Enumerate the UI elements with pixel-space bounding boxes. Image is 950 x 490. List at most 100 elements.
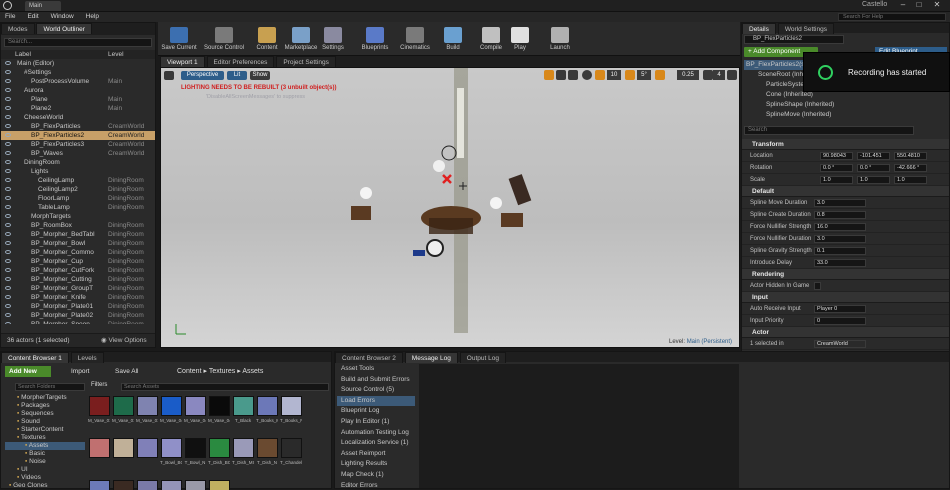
visibility-eye-icon[interactable] — [5, 124, 11, 129]
category-input[interactable]: Input — [742, 292, 949, 303]
outliner-row[interactable]: DiningRoom — [1, 158, 155, 167]
toolbar-button-play[interactable]: Play — [508, 25, 532, 55]
column-label[interactable]: Label — [15, 51, 31, 58]
outliner-row[interactable]: FloorLamp DiningRoom — [1, 194, 155, 203]
outliner-row[interactable]: TableLamp DiningRoom — [1, 203, 155, 212]
toolbar-button-compile[interactable]: Compile — [476, 25, 506, 55]
property-value-field[interactable]: 3.0 — [814, 235, 866, 243]
visibility-eye-icon[interactable] — [5, 250, 11, 255]
add-new-button[interactable]: Add New — [5, 366, 51, 377]
tab-output-log[interactable]: Output Log — [459, 352, 506, 363]
breadcrumb-textures[interactable]: Textures — [209, 368, 235, 375]
log-category-item[interactable]: Localization Service (1) — [337, 438, 415, 449]
outliner-row[interactable]: BP_Morpher_Commo DiningRoom — [1, 248, 155, 257]
log-category-item[interactable]: Map Check (1) — [337, 470, 415, 481]
asset-thumbnail[interactable] — [113, 396, 134, 416]
tab-editor-preferences[interactable]: Editor Preferences — [206, 56, 275, 67]
log-category-item[interactable]: Play In Editor (1) — [337, 417, 415, 428]
asset-thumbnail[interactable] — [257, 438, 278, 458]
toolbar-button-blueprints[interactable]: Blueprints — [358, 25, 392, 55]
outliner-row[interactable]: BP_Morpher_Knife DiningRoom — [1, 293, 155, 302]
category-actor[interactable]: Actor — [742, 327, 949, 338]
folder-item[interactable]: ▪ MorpherTargets — [5, 394, 85, 402]
outliner-row[interactable]: BP_Morpher_Bowl DiningRoom — [1, 239, 155, 248]
asset-thumbnail[interactable] — [185, 396, 206, 416]
visibility-eye-icon[interactable] — [5, 88, 11, 93]
tab-project-settings[interactable]: Project Settings — [276, 56, 336, 67]
property-value-field[interactable]: 3.0 — [814, 199, 866, 207]
tab-levels[interactable]: Levels — [70, 352, 104, 363]
visibility-eye-icon[interactable] — [5, 79, 11, 84]
location-x-field[interactable]: 90.98043 — [820, 152, 853, 160]
property-value-field[interactable]: 0 — [814, 317, 866, 325]
tab-world-outliner[interactable]: World Outliner — [36, 23, 92, 34]
outliner-row[interactable]: BP_Morpher_Cutting DiningRoom — [1, 275, 155, 284]
visibility-eye-icon[interactable] — [5, 97, 11, 102]
folder-item[interactable]: ▪ Basic — [5, 450, 85, 458]
details-search-input[interactable]: Search — [744, 126, 914, 135]
tab-content-browser-2[interactable]: Content Browser 2 — [335, 352, 403, 363]
outliner-row[interactable]: BP_Morpher_Spoon DiningRoom — [1, 320, 155, 324]
toolbar-button-marketplace[interactable]: Marketplace — [284, 25, 318, 55]
outliner-row[interactable]: BP_Morpher_Plate02 DiningRoom — [1, 311, 155, 320]
log-category-item[interactable]: Automation Testing Log — [337, 428, 415, 439]
asset-thumbnail[interactable] — [209, 438, 230, 458]
folder-item[interactable]: ▪ Textures — [5, 434, 85, 442]
rotation-z-field[interactable]: -42.666 ° — [894, 164, 927, 172]
scale-x-field[interactable]: 1.0 — [820, 176, 853, 184]
property-value-field[interactable]: 16.0 — [814, 223, 866, 231]
asset-thumbnail[interactable] — [185, 438, 206, 458]
folder-item[interactable]: ▪ Sequences — [5, 410, 85, 418]
maximize-button[interactable]: □ — [912, 0, 926, 9]
menu-window[interactable]: Window — [46, 12, 79, 22]
asset-thumbnail[interactable] — [257, 396, 278, 416]
folder-item[interactable]: ▪ Videos — [5, 474, 85, 482]
menu-file[interactable]: File — [0, 12, 20, 22]
visibility-eye-icon[interactable] — [5, 151, 11, 156]
component-item[interactable]: SplineShape (Inherited) — [744, 100, 944, 110]
visibility-eye-icon[interactable] — [5, 169, 11, 174]
asset-thumbnail[interactable] — [209, 396, 230, 416]
visibility-eye-icon[interactable] — [5, 268, 11, 273]
outliner-row[interactable]: BP_FlexParticles2 CreamWorld — [1, 131, 155, 140]
folder-item[interactable]: ▪ StarterContent — [5, 426, 85, 434]
log-category-item[interactable]: Build and Submit Errors — [337, 375, 415, 386]
folder-item[interactable]: ▪ Noise — [5, 458, 85, 466]
auto-receive-input-dropdown[interactable]: Player 0 — [814, 305, 866, 313]
save-all-button[interactable]: Save All — [103, 366, 147, 377]
outliner-row[interactable]: Plane Main — [1, 95, 155, 104]
tab-details[interactable]: Details — [742, 23, 776, 34]
actor-name-field[interactable]: BP_FlexParticles2 — [744, 35, 844, 44]
toolbar-button-settings[interactable]: Settings — [318, 25, 348, 55]
scale-z-field[interactable]: 1.0 — [894, 176, 927, 184]
visibility-eye-icon[interactable] — [5, 322, 11, 324]
visibility-eye-icon[interactable] — [5, 115, 11, 120]
asset-thumbnail[interactable] — [233, 396, 254, 416]
view-options-button[interactable]: ◉ View Options — [101, 334, 147, 348]
outliner-row[interactable]: BP_Morpher_Cup DiningRoom — [1, 257, 155, 266]
visibility-eye-icon[interactable] — [5, 295, 11, 300]
visibility-eye-icon[interactable] — [5, 61, 11, 66]
asset-thumbnail[interactable] — [137, 438, 158, 458]
outliner-row[interactable]: BP_Morpher_GroupT DiningRoom — [1, 284, 155, 293]
visibility-eye-icon[interactable] — [5, 133, 11, 138]
toolbar-button-launch[interactable]: Launch — [541, 25, 579, 55]
toolbar-button-save-current[interactable]: Save Current — [161, 25, 197, 55]
asset-thumbnail[interactable] — [89, 438, 110, 458]
asset-thumbnail[interactable] — [89, 396, 110, 416]
category-transform[interactable]: Transform — [742, 139, 949, 150]
location-y-field[interactable]: -101.451 — [857, 152, 890, 160]
visibility-eye-icon[interactable] — [5, 142, 11, 147]
visibility-eye-icon[interactable] — [5, 232, 11, 237]
visibility-eye-icon[interactable] — [5, 286, 11, 291]
outliner-row[interactable]: MorphTargets — [1, 212, 155, 221]
outliner-row[interactable]: Aurora — [1, 86, 155, 95]
log-category-item[interactable]: Load Errors — [337, 395, 415, 407]
filters-button[interactable]: Filters — [91, 382, 107, 388]
scale-y-field[interactable]: 1.0 — [857, 176, 890, 184]
asset-thumbnail[interactable] — [161, 438, 182, 458]
outliner-row[interactable]: BP_Morpher_Plate01 DiningRoom — [1, 302, 155, 311]
component-item[interactable]: SplineMove (Inherited) — [744, 110, 944, 120]
visibility-eye-icon[interactable] — [5, 223, 11, 228]
log-category-item[interactable]: Asset Reimport — [337, 449, 415, 460]
